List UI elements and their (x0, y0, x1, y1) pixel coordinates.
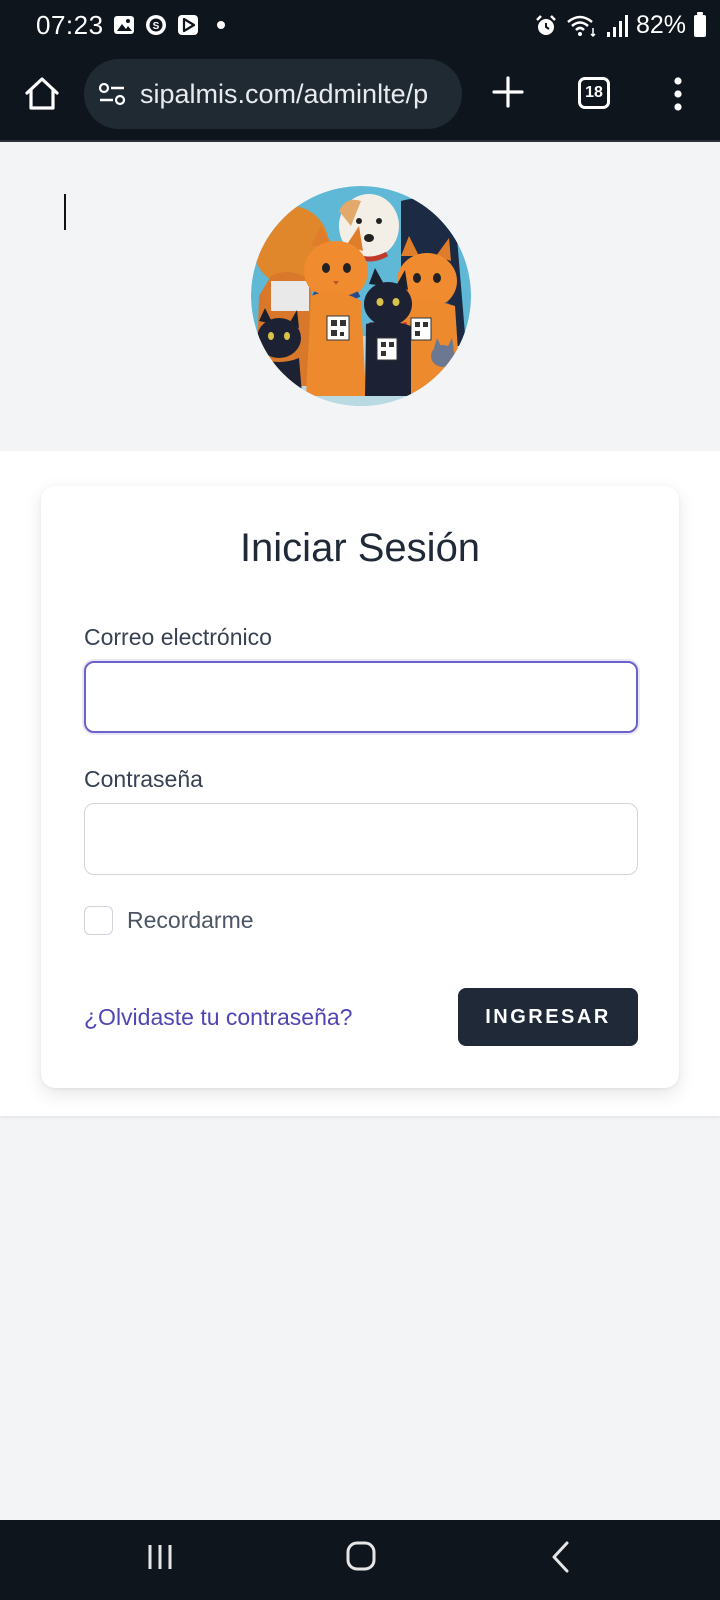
logo-header (0, 144, 720, 451)
site-settings-icon[interactable] (98, 81, 128, 107)
remember-me[interactable]: Recordarme (84, 906, 254, 935)
svg-text:S: S (153, 21, 160, 32)
password-label: Contraseña (84, 766, 203, 792)
browser-toolbar: sipalmis.com/adminlte/p 18 (0, 54, 720, 142)
s-app-icon: S (146, 15, 166, 35)
new-tab-icon[interactable] (488, 72, 528, 112)
status-time: 07:23 (36, 10, 104, 40)
email-label: Correo electrónico (84, 624, 272, 650)
system-nav-bar (0, 1520, 720, 1600)
address-bar[interactable]: sipalmis.com/adminlte/p (84, 59, 462, 129)
alarm-icon (536, 14, 556, 35)
back-icon[interactable] (550, 1540, 572, 1574)
password-field[interactable] (84, 803, 638, 875)
play-store-icon (178, 15, 198, 35)
gallery-icon (114, 16, 134, 34)
logo-pets-image (251, 186, 471, 406)
home-nav-icon[interactable] (346, 1540, 376, 1572)
menu-icon[interactable] (670, 74, 686, 114)
text-cursor (64, 194, 66, 230)
system-icons: 82% (534, 11, 706, 40)
signal-icon (606, 14, 628, 37)
notification-icons: S (113, 14, 225, 36)
login-card: Iniciar Sesión Correo electrónico Contra… (41, 486, 679, 1088)
notification-dot (217, 21, 225, 29)
status-bar: 07:23 S 82% (0, 0, 720, 54)
remember-checkbox[interactable] (84, 906, 113, 935)
battery-icon (694, 11, 706, 37)
recent-apps-icon[interactable] (146, 1542, 174, 1572)
remember-label: Recordarme (127, 907, 254, 933)
email-field[interactable] (84, 661, 638, 733)
tab-count: 18 (585, 84, 603, 101)
wifi-icon (567, 15, 596, 37)
battery-percentage: 82% (635, 11, 686, 39)
home-icon[interactable] (22, 74, 62, 114)
page-title: Iniciar Sesión (239, 526, 481, 570)
tabs-icon[interactable]: 18 (578, 77, 610, 109)
forgot-password-link[interactable]: ¿Olvidaste tu contraseña? (84, 1004, 352, 1031)
url-text[interactable]: sipalmis.com/adminlte/p (140, 79, 428, 110)
login-button[interactable]: INGRESAR (458, 988, 638, 1046)
